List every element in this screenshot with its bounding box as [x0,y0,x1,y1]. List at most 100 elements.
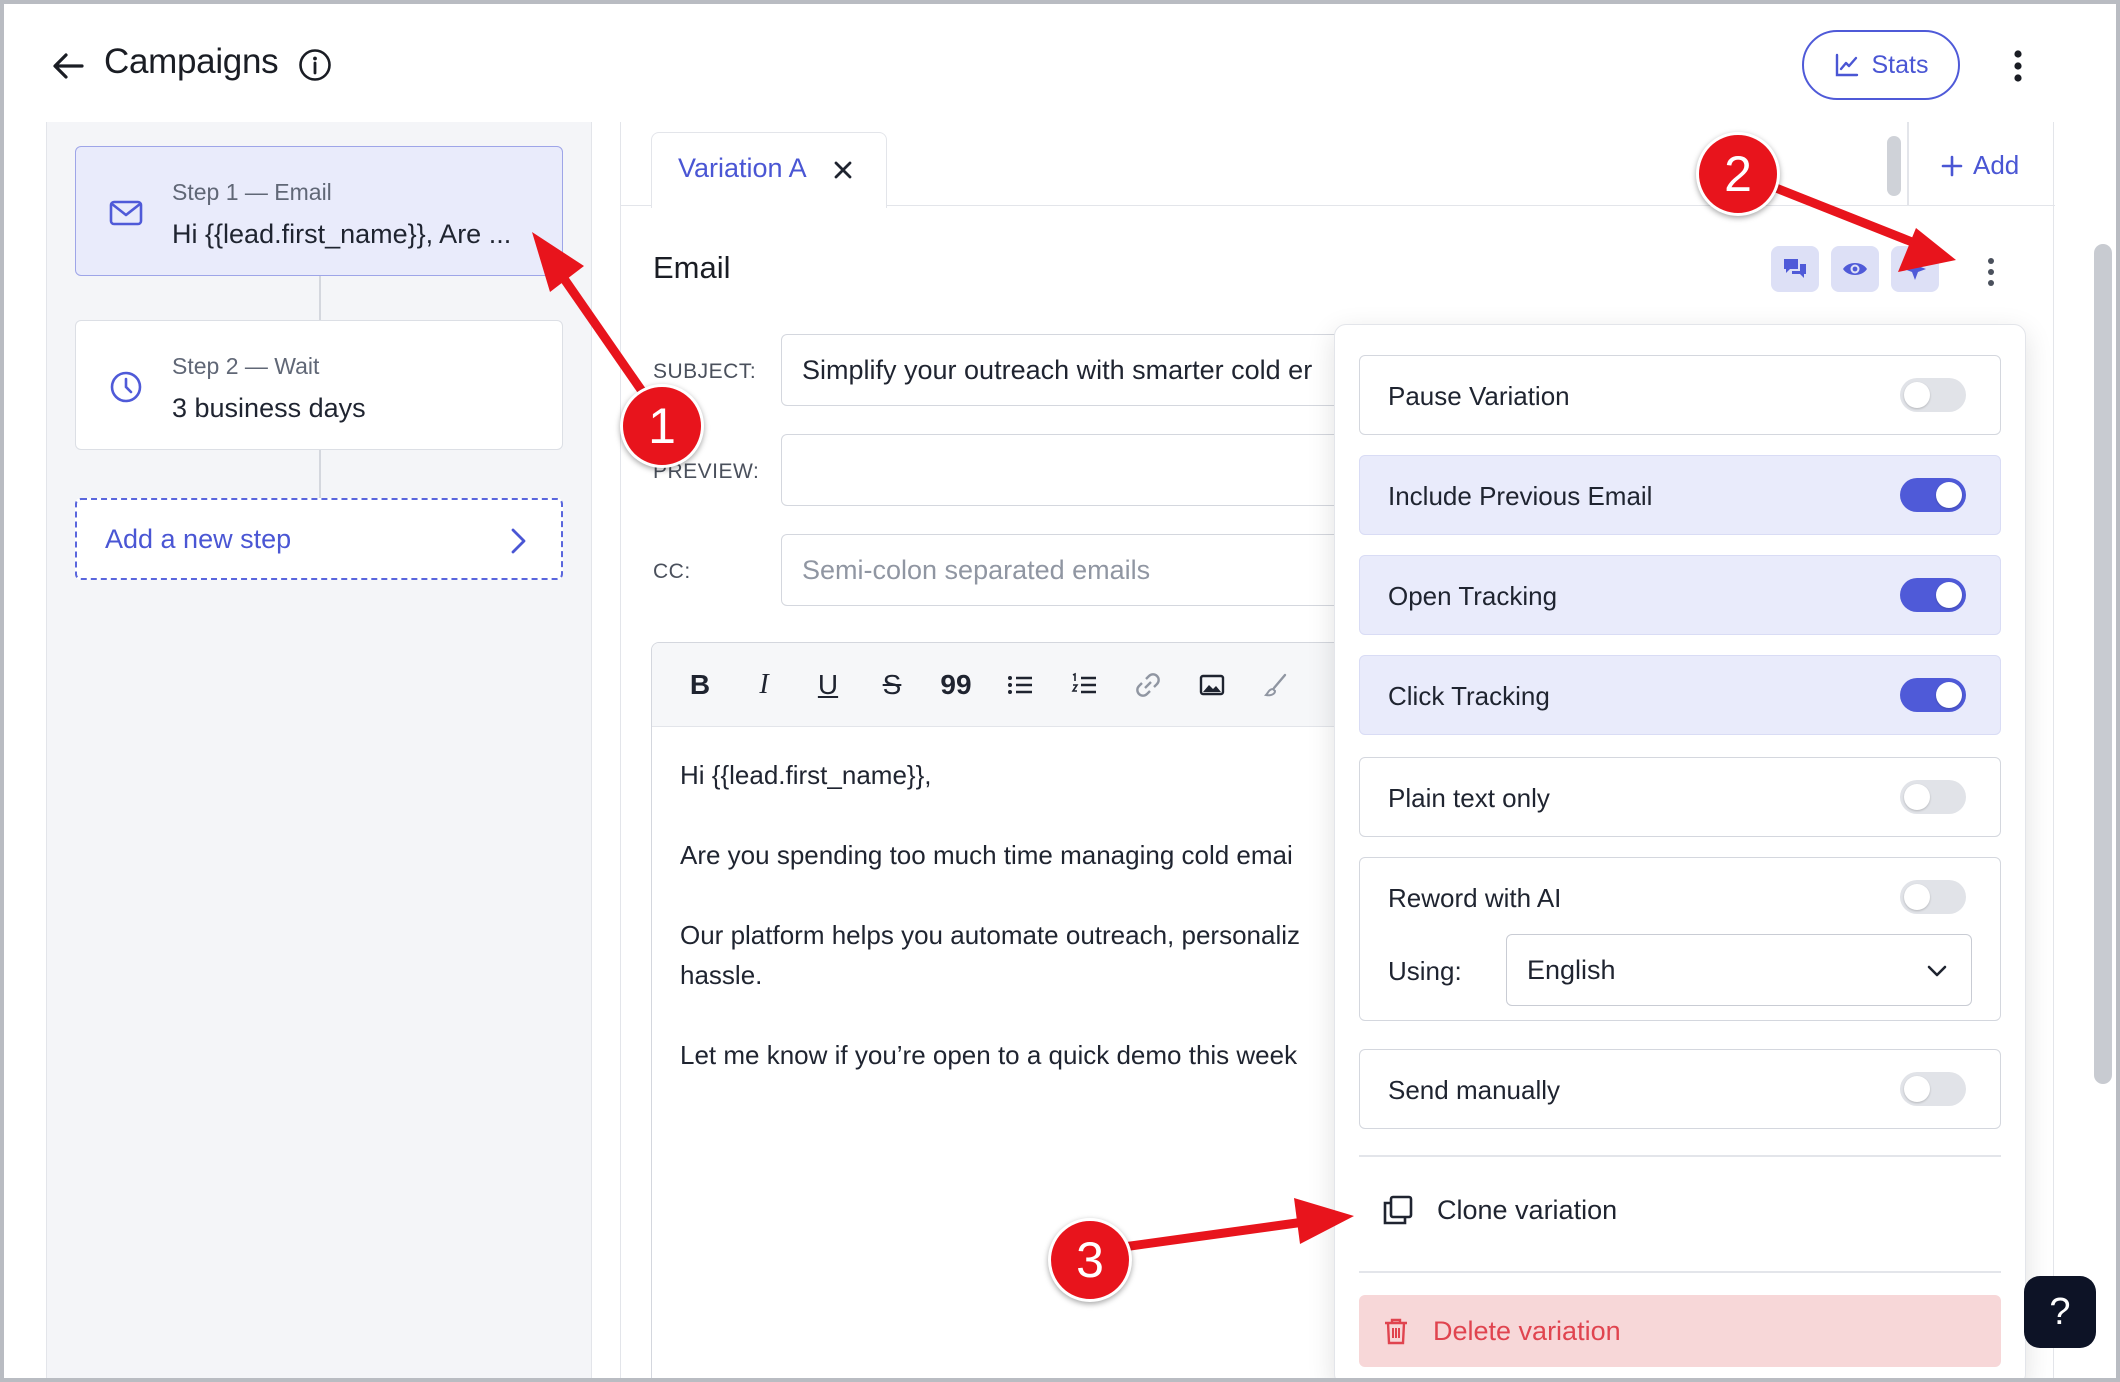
subject-label: SUBJECT: [653,360,757,383]
chat-bubbles-icon [1784,259,1806,278]
step-connector [319,276,321,320]
option-open-tracking[interactable]: Open Tracking [1359,555,2001,635]
option-click-tracking[interactable]: Click Tracking [1359,655,2001,735]
using-label: Using: [1388,956,1462,986]
ai-button[interactable] [1891,246,1939,292]
open-tracking-toggle[interactable] [1900,578,1966,612]
tab-scrollbar[interactable] [1887,136,1901,196]
option-label: Plain text only [1388,783,1550,813]
annotation-badge-2: 2 [1696,132,1780,216]
underline-button[interactable]: U [808,665,848,705]
variation-tabs: Variation A Add [621,122,2055,208]
formatting-toolbar: B I U S 99 [652,643,1410,727]
body-line: Our platform helps you automate outreach… [680,920,1301,950]
step-card-email[interactable]: Step 1 — Email Hi {{lead.first_name}}, A… [75,146,563,276]
clone-variation-button[interactable]: Clone variation [1381,1193,1617,1227]
option-label: Pause Variation [1388,381,1570,411]
line-chart-icon [1835,53,1858,77]
body-line: Let me know if you’re open to a quick de… [680,1040,1298,1070]
step-card-wait[interactable]: Step 2 — Wait 3 business days [75,320,563,450]
stats-label: Stats [1871,50,1929,79]
menu-divider [1359,1271,2001,1273]
annotation-badge-3: 3 [1048,1218,1132,1302]
app-window: Campaigns Stats Step 1 — Email Hi {{lead… [0,0,2120,1382]
variation-options-menu: Pause Variation Include Previous Email O… [1334,324,2026,1378]
mail-icon [109,200,143,226]
option-send-manually[interactable]: Send manually [1359,1049,2001,1129]
option-pause-variation[interactable]: Pause Variation [1359,355,2001,435]
page-scrollbar[interactable] [2094,244,2112,1084]
delete-label: Delete variation [1433,1315,1621,1346]
link-button[interactable] [1128,665,1168,705]
email-body-editor[interactable]: B I U S 99 Hi {{lead.first_name}}, Are y… [651,642,1411,1378]
option-label: Click Tracking [1388,681,1550,711]
option-label: Include Previous Email [1388,481,1653,511]
add-step-button[interactable]: Add a new step [75,498,563,580]
preview-button[interactable] [1831,246,1879,292]
step-connector [319,450,321,498]
bullet-list-icon [1008,676,1032,694]
sparkle-icon [1904,258,1926,280]
bullet-list-button[interactable] [1000,665,1040,705]
option-label: Reword with AI [1388,883,1562,913]
copy-icon [1383,1195,1413,1225]
delete-variation-button[interactable]: Delete variation [1359,1295,2001,1367]
email-heading: Email [653,250,731,285]
reword-ai-toggle[interactable] [1900,880,1966,914]
sequence-panel: Step 1 — Email Hi {{lead.first_name}}, A… [46,122,592,1378]
step-preview: Hi {{lead.first_name}}, Are ... [172,219,512,249]
option-include-previous-email[interactable]: Include Previous Email [1359,455,2001,535]
menu-divider [1359,1155,2001,1157]
email-body-text[interactable]: Hi {{lead.first_name}}, Are you spending… [680,755,1400,1115]
help-button[interactable]: ? [2024,1276,2096,1348]
language-value: English [1527,955,1616,985]
comments-button[interactable] [1771,246,1819,292]
eye-icon [1843,263,1867,275]
bold-button[interactable]: B [680,665,720,705]
add-variation-label: Add [1973,150,2020,180]
plus-icon [1941,155,1963,176]
click-tracking-toggle[interactable] [1900,678,1966,712]
pause-variation-toggle[interactable] [1900,378,1966,412]
chevron-right-icon [511,528,526,554]
subject-input[interactable]: Simplify your outreach with smarter cold… [781,334,1381,406]
numbered-list-button[interactable] [1064,665,1104,705]
language-select[interactable]: English [1506,934,1972,1006]
tab-label: Variation A [678,153,807,183]
add-variation-button[interactable]: Add [1941,150,2019,181]
add-step-label: Add a new step [105,524,292,554]
clone-label: Clone variation [1437,1194,1618,1225]
stats-button[interactable]: Stats [1802,30,1960,100]
option-label: Open Tracking [1388,581,1558,611]
page-title: Campaigns [104,42,279,81]
info-icon[interactable] [298,48,332,82]
close-icon[interactable] [830,157,856,183]
step-preview: 3 business days [172,393,366,423]
blockquote-button[interactable]: 99 [936,665,976,705]
include-previous-toggle[interactable] [1900,478,1966,512]
body-line: Are you spending too much time managing … [680,840,1293,870]
image-button[interactable] [1192,665,1232,705]
annotation-badge-1: 1 [620,384,704,468]
cc-input[interactable]: Semi-colon separated emails [781,534,1381,606]
plain-text-toggle[interactable] [1900,780,1966,814]
body-line: Hi {{lead.first_name}}, [680,760,932,790]
strikethrough-button[interactable]: S [872,665,912,705]
trash-icon [1385,1318,1407,1345]
variation-menu-icon[interactable] [1981,254,2001,290]
send-manually-toggle[interactable] [1900,1072,1966,1106]
body-line: hassle. [680,960,763,990]
option-reword-ai: Reword with AI Using: English [1359,857,2001,1021]
chevron-down-icon [1927,965,1947,977]
tab-variation-a[interactable]: Variation A [651,132,887,208]
link-icon [1136,673,1160,697]
preview-input[interactable] [781,434,1381,506]
clear-format-button[interactable] [1256,665,1296,705]
more-options-icon[interactable] [2004,46,2032,86]
italic-button[interactable]: I [744,665,784,705]
cc-label: CC: [653,560,691,583]
step-label: Step 2 — Wait [172,353,320,379]
option-plain-text[interactable]: Plain text only [1359,757,2001,837]
back-arrow-icon[interactable] [50,48,86,84]
image-icon [1199,674,1225,696]
